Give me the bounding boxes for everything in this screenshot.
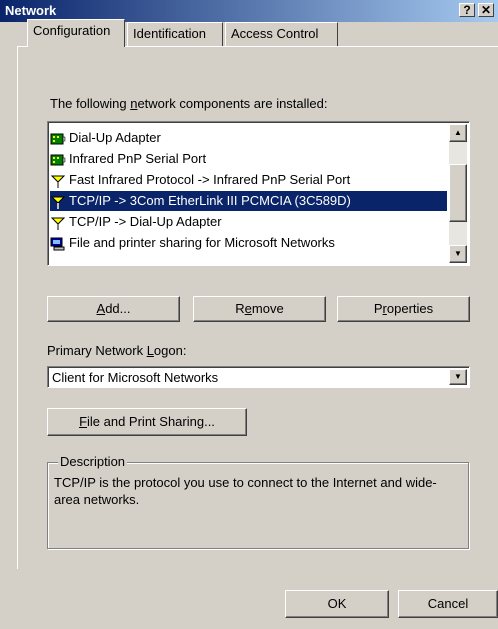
components-label: The following network components are ins… — [50, 96, 328, 111]
description-group: Description TCP/IP is the protocol you u… — [47, 454, 469, 549]
help-button[interactable]: ? — [459, 3, 475, 17]
properties-button[interactable]: Properties — [337, 296, 470, 322]
file-print-sharing-button[interactable]: File and Print Sharing... — [47, 408, 247, 436]
scroll-up-icon[interactable]: ▲ — [449, 124, 467, 142]
primary-logon-select[interactable]: Client for Microsoft Networks ▼ — [47, 366, 470, 388]
network-adapter-icon — [50, 153, 66, 167]
list-item-selected[interactable]: TCP/IP -> 3Com EtherLink III PCMCIA (3C5… — [50, 191, 447, 211]
add-button[interactable]: Add... — [47, 296, 180, 322]
tab-access-control[interactable]: Access Control — [225, 22, 338, 46]
description-legend: Description — [58, 454, 128, 469]
network-dialog: Network ? ✕ Configuration Identification… — [0, 0, 498, 629]
list-item[interactable]: TCP/IP -> Dial-Up Adapter — [50, 212, 222, 232]
scroll-thumb[interactable] — [449, 164, 467, 222]
list-item[interactable]: File and printer sharing for Microsoft N… — [50, 233, 335, 253]
list-item[interactable]: Fast Infrared Protocol -> Infrared PnP S… — [50, 170, 350, 190]
tab-label: Identification — [133, 26, 206, 41]
tab-label: Configuration — [33, 23, 111, 38]
list-item[interactable]: Infrared PnP Serial Port — [50, 149, 206, 169]
ok-button[interactable]: OK — [285, 590, 389, 618]
button-bar: OK Cancel — [0, 569, 498, 629]
tab-label: Access Control — [231, 26, 319, 41]
cancel-button[interactable]: Cancel — [398, 590, 498, 618]
remove-button[interactable]: Remove — [193, 296, 326, 322]
list-item[interactable]: Dial-Up Adapter — [50, 128, 161, 148]
window-title: Network — [5, 3, 57, 18]
scroll-down-icon[interactable]: ▼ — [449, 245, 467, 263]
primary-logon-label: Primary Network Logon: — [47, 343, 187, 358]
primary-logon-value: Client for Microsoft Networks — [52, 370, 219, 385]
listbox-scrollbar[interactable]: ▲ ▼ — [449, 124, 467, 263]
components-listbox[interactable]: Dial-Up Adapter Infrared PnP Serial Port… — [47, 121, 470, 266]
chevron-down-icon[interactable]: ▼ — [449, 369, 467, 385]
tab-configuration[interactable]: Configuration — [27, 19, 125, 47]
protocol-icon — [50, 174, 66, 188]
network-adapter-icon — [50, 132, 66, 146]
protocol-icon — [50, 195, 66, 209]
tab-identification[interactable]: Identification — [127, 22, 223, 46]
description-text: TCP/IP is the protocol you use to connec… — [54, 475, 437, 507]
service-icon — [50, 237, 66, 251]
protocol-icon — [50, 216, 66, 230]
close-button[interactable]: ✕ — [478, 3, 494, 17]
